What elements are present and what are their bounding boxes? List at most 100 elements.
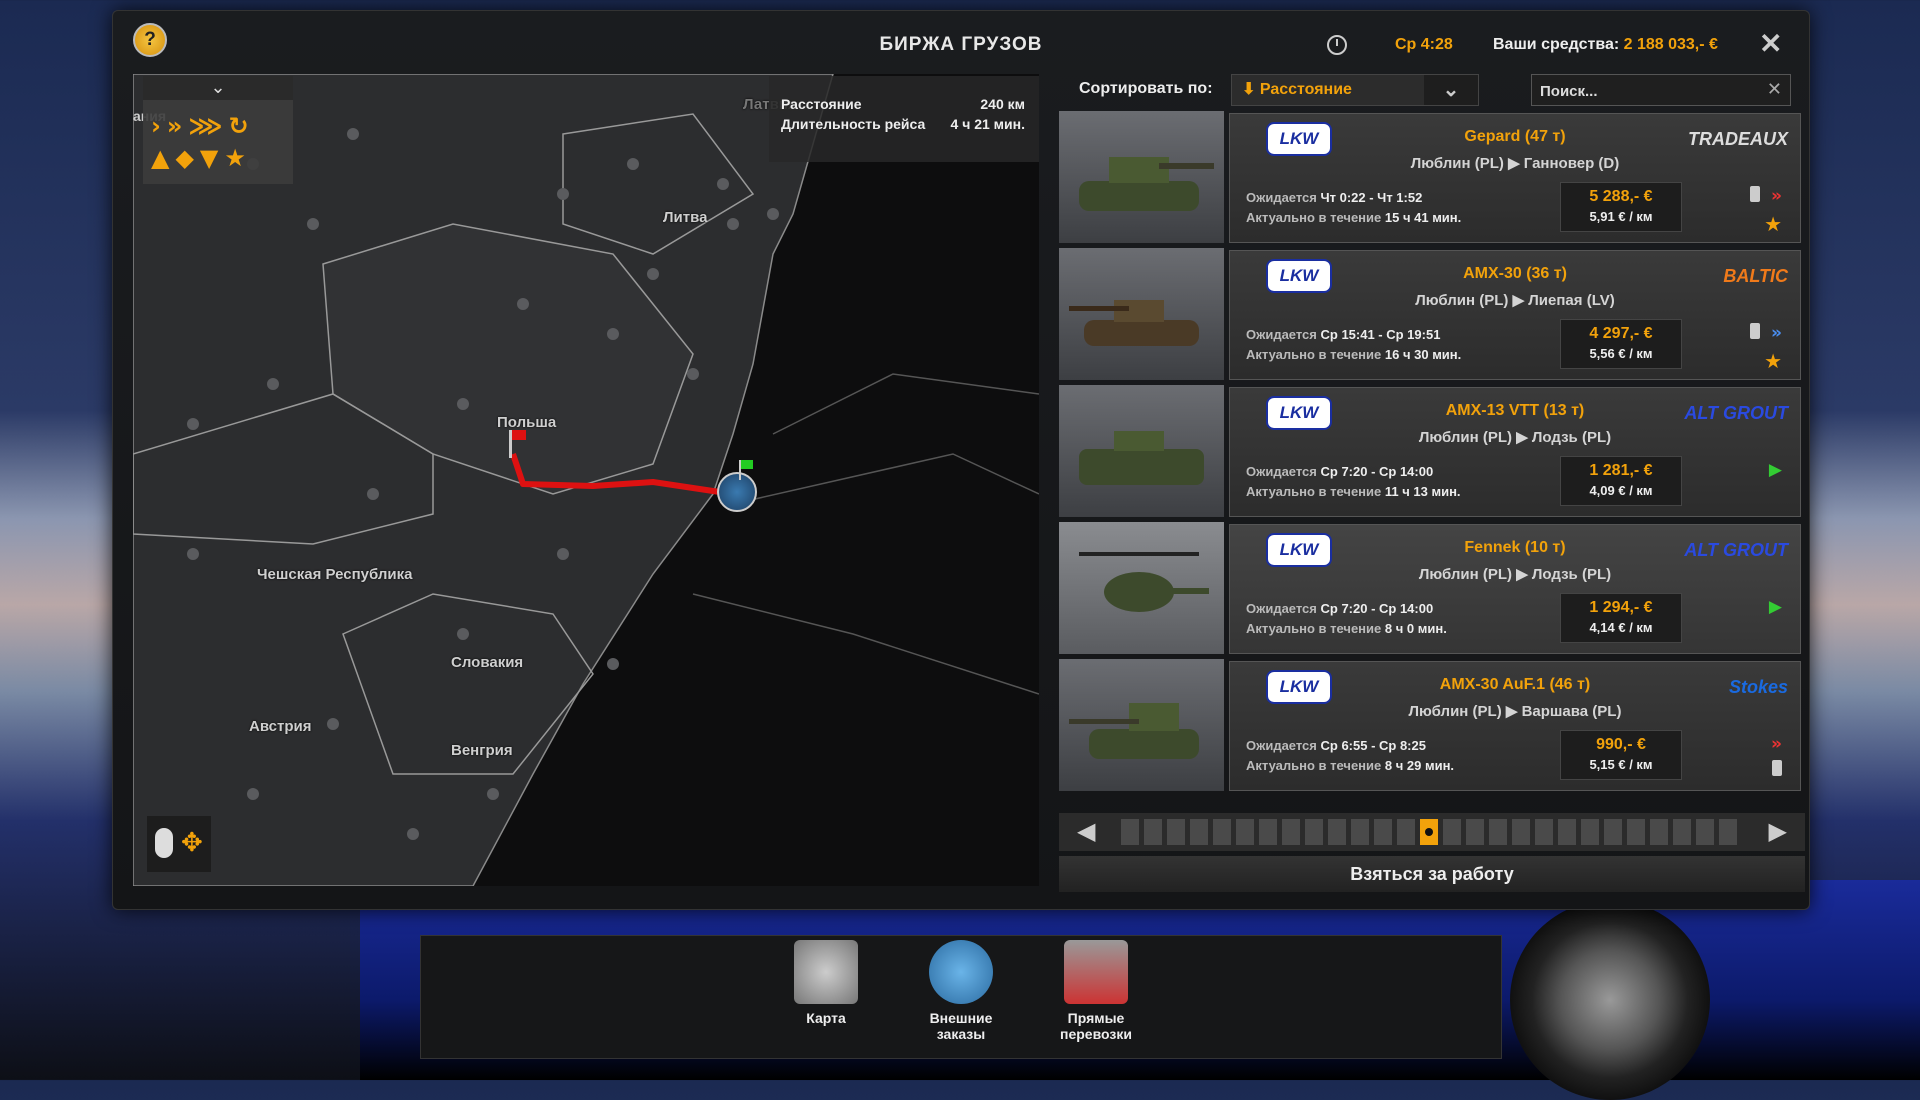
clear-search-icon[interactable]: ✕ [1767,79,1782,100]
duration-label: Длительность рейса [781,116,926,132]
fast-icon: » [1771,323,1782,343]
job-card[interactable]: LKW Gepard (47 т) Люблин (PL) ▶ Ганновер… [1229,113,1801,243]
filter-icons[interactable]: ›»⋙↻ ▲◆▼★ [151,110,291,174]
price-box: 990,- € 5,15 € / км [1560,730,1682,780]
search-input[interactable] [1532,75,1762,107]
dock-external-orders-button[interactable]: Внешние заказы [906,940,1016,1042]
pager-segment[interactable] [1397,819,1415,845]
valid-time: Актуально в течение 15 ч 41 мин. [1246,210,1461,225]
price: 1 294,- € [1589,599,1653,616]
pager-segment[interactable] [1535,819,1553,845]
price-per-km: 5,91 € / км [1589,209,1653,224]
route-map[interactable]: Латвия Литва Польша Чешская Республика С… [133,74,1039,886]
wait-time: Ожидается Чт 0:22 - Чт 1:52 [1246,190,1422,205]
pager-segment[interactable] [1512,819,1530,845]
sort-select[interactable]: ⬇ Расстояние ⌄ [1231,74,1479,106]
recipient-logo: ALT GROUT [1684,540,1788,560]
pager-segment[interactable] [1443,819,1461,845]
pager-segment[interactable] [1190,819,1208,845]
price-per-km: 5,56 € / км [1589,346,1653,361]
freight-market-window: ? БИРЖА ГРУЗОВ Ср 4:28 Ваши средства: 2 … [112,10,1810,910]
sort-value: ⬇ Расстояние [1242,75,1352,105]
background-truck-wheel [1510,900,1710,1100]
pager-segment[interactable] [1167,819,1185,845]
wait-label: Ожидается [1246,464,1317,479]
job-item[interactable]: LKW Gepard (47 т) Люблин (PL) ▶ Ганновер… [1059,111,1805,243]
cargo-name: Fennek (10 т) [1464,539,1566,556]
search-box: ✕ [1531,74,1791,107]
pager-segment[interactable] [1489,819,1507,845]
pager-segment[interactable] [1558,819,1576,845]
pager-segment[interactable] [1604,819,1622,845]
wait-label: Ожидается [1246,601,1317,616]
pager-segment[interactable] [1696,819,1714,845]
company-logo: LKW [1266,259,1332,293]
pager-segment[interactable] [1121,819,1139,845]
job-item[interactable]: LKW AMX-13 VTT (13 т) Люблин (PL) ▶ Лодз… [1059,385,1805,517]
job-card[interactable]: LKW AMX-13 VTT (13 т) Люблин (PL) ▶ Лодз… [1229,387,1801,517]
job-item[interactable]: LKW AMX-30 (36 т) Люблин (PL) ▶ Лиепая (… [1059,248,1805,380]
price: 990,- € [1596,736,1646,753]
pager-segment[interactable] [1581,819,1599,845]
valid-time: Актуально в течение 16 ч 30 мин. [1246,347,1461,362]
destination-flag-icon [509,430,526,458]
tank-icon [1069,300,1199,346]
game-time: Ср 4:28 [1395,36,1453,53]
chevron-down-icon[interactable]: ⌄ [1424,75,1478,105]
dock-direct-freight-button[interactable]: Прямые перевозки [1041,940,1151,1042]
take-job-button[interactable]: Взяться за работу [1059,856,1805,892]
helicopter-icon [1079,552,1209,612]
wait-value: Чт 0:22 - Чт 1:52 [1320,190,1423,205]
wait-value: Ср 15:41 - Ср 19:51 [1320,327,1441,342]
move-icon: ✥ [181,828,203,858]
duration-value: 4 ч 21 мин. [950,116,1025,132]
pager-segment[interactable] [1236,819,1254,845]
next-page-arrow-icon[interactable]: ▶ [1769,817,1787,845]
pager-segment[interactable] [1259,819,1277,845]
funds-label: Ваши средства: [1493,36,1620,53]
job-card[interactable]: LKW Fennek (10 т) Люблин (PL) ▶ Лодзь (P… [1229,524,1801,654]
pager-segment[interactable] [1328,819,1346,845]
pager-segment-active[interactable] [1420,819,1438,845]
pager-segment[interactable] [1374,819,1392,845]
wait-time: Ожидается Ср 6:55 - Ср 8:25 [1246,738,1426,753]
dock-map-button[interactable]: Карта [771,940,881,1026]
forklift-icon [1064,940,1128,1004]
job-card[interactable]: LKW AMX-30 AuF.1 (46 т) Люблин (PL) ▶ Ва… [1229,661,1801,791]
job-item-selected[interactable]: LKW Fennek (10 т) Люблин (PL) ▶ Лодзь (P… [1059,522,1805,654]
pager-segment[interactable] [1305,819,1323,845]
prev-page-arrow-icon[interactable]: ◀ [1077,817,1095,845]
filter-dropdown-chevron-icon[interactable]: ⌄ [143,76,293,100]
distance-value: 240 км [980,96,1025,112]
weight-icon [1772,760,1782,776]
cargo-name: Gepard (47 т) [1464,128,1566,145]
pager-segment[interactable] [1351,819,1369,845]
clock-icon [1327,35,1347,55]
pager-segment[interactable] [1144,819,1162,845]
route: Люблин (PL) ▶ Лодзь (PL) [1418,429,1612,446]
pager-segment[interactable] [1627,819,1645,845]
recipient-logo: Stokes [1728,677,1788,697]
weight-icon [1750,186,1760,202]
urgent-icon: » [1771,186,1782,206]
map-mouse-control[interactable]: ✥ [147,816,211,872]
normal-priority-icon: ▶ [1768,597,1782,617]
tank-icon [1079,431,1204,485]
route: Люблин (PL) ▶ Лодзь (PL) [1418,566,1612,583]
distance-row: Расстояние 240 км [781,96,1025,112]
pager-segment[interactable] [1213,819,1231,845]
job-item[interactable]: LKW AMX-30 AuF.1 (46 т) Люблин (PL) ▶ Ва… [1059,659,1805,791]
pager-segment[interactable] [1650,819,1668,845]
close-button[interactable]: ✕ [1759,27,1782,60]
funds: Ваши средства: 2 188 033,- € [1493,36,1718,54]
valid-label: Актуально в течение [1246,347,1382,362]
price-per-km: 4,14 € / км [1589,620,1653,635]
pager-segment[interactable] [1719,819,1737,845]
company-logo: LKW [1266,670,1332,704]
pager-segment[interactable] [1466,819,1484,845]
price-box: 1 281,- € 4,09 € / км [1560,456,1682,506]
pager-segment[interactable] [1673,819,1691,845]
job-card[interactable]: LKW AMX-30 (36 т) Люблин (PL) ▶ Лиепая (… [1229,250,1801,380]
pager-segment[interactable] [1282,819,1300,845]
wait-label: Ожидается [1246,327,1317,342]
